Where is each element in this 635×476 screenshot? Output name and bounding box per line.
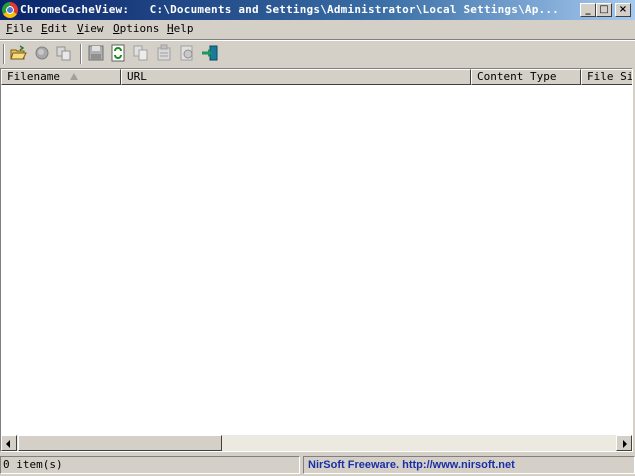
- properties-icon[interactable]: [155, 44, 173, 62]
- scroll-thumb[interactable]: [18, 435, 222, 451]
- menu-options[interactable]: Options: [113, 22, 159, 35]
- nirsoft-link[interactable]: NirSoft Freeware. http://www.nirsoft.net: [303, 456, 635, 474]
- scroll-right-button[interactable]: [616, 435, 632, 451]
- column-header-content-type[interactable]: Content Type: [471, 69, 581, 85]
- horizontal-scrollbar[interactable]: [1, 435, 632, 451]
- stop-icon[interactable]: [33, 44, 51, 62]
- column-header-file-size[interactable]: File Size: [581, 69, 632, 85]
- column-header-filename[interactable]: Filename: [1, 69, 121, 85]
- menu-view[interactable]: View: [77, 22, 104, 35]
- title-bar[interactable]: ChromeCacheView: C:\Documents and Settin…: [0, 0, 635, 20]
- refresh-icon[interactable]: [109, 44, 127, 62]
- list-header: Filename URL Content Type File Size: [1, 69, 632, 85]
- menu-help[interactable]: Help: [167, 22, 194, 35]
- scroll-left-button[interactable]: [1, 435, 17, 451]
- html-report-icon[interactable]: [178, 44, 196, 62]
- cache-list-view[interactable]: Filename URL Content Type File Size: [0, 68, 633, 452]
- toolbar: [0, 40, 635, 67]
- column-header-url[interactable]: URL: [121, 69, 471, 85]
- copy-icon[interactable]: [132, 44, 150, 62]
- sort-ascending-icon: [70, 73, 78, 80]
- app-window: ChromeCacheView: C:\Documents and Settin…: [0, 0, 635, 476]
- minimize-button[interactable]: _: [580, 3, 596, 17]
- menu-file[interactable]: File: [6, 22, 33, 35]
- arrow-right-icon: [623, 440, 627, 448]
- menu-edit[interactable]: Edit: [41, 22, 68, 35]
- arrow-left-icon: [6, 440, 10, 448]
- copy-files-icon[interactable]: [55, 44, 73, 62]
- maximize-button[interactable]: □: [596, 3, 612, 17]
- exit-icon[interactable]: [201, 44, 219, 62]
- window-title: ChromeCacheView: C:\Documents and Settin…: [20, 3, 559, 16]
- app-icon[interactable]: [2, 2, 18, 18]
- toolbar-grip: [3, 44, 5, 64]
- menu-bar: File Edit View Options Help: [0, 20, 635, 40]
- item-count: 0 item(s): [0, 456, 300, 474]
- save-icon[interactable]: [87, 44, 105, 62]
- status-bar: 0 item(s) NirSoft Freeware. http://www.n…: [0, 454, 635, 476]
- close-button[interactable]: ×: [615, 3, 631, 17]
- open-folder-icon[interactable]: [10, 44, 28, 62]
- toolbar-separator: [80, 44, 82, 64]
